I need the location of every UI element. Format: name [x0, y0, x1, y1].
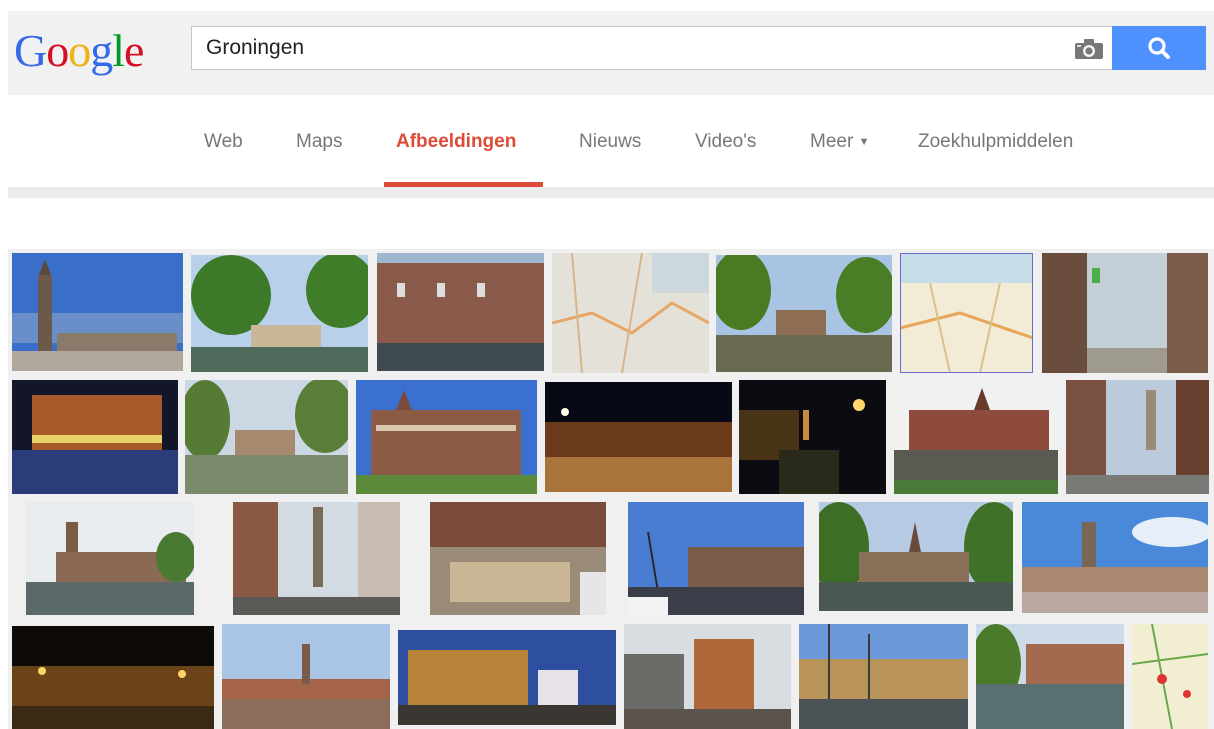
- image-result[interactable]: [233, 502, 400, 615]
- image-result[interactable]: [1042, 253, 1208, 373]
- image-result[interactable]: [12, 253, 183, 371]
- caret-down-icon: ▼: [858, 136, 870, 148]
- image-result[interactable]: [191, 255, 368, 372]
- search-button[interactable]: [1112, 26, 1206, 70]
- image-result[interactable]: [739, 380, 886, 494]
- image-result[interactable]: [900, 253, 1033, 373]
- image-result[interactable]: [552, 253, 709, 373]
- image-result[interactable]: [624, 624, 791, 729]
- logo-letter: l: [112, 25, 125, 76]
- camera-icon[interactable]: [1074, 39, 1104, 59]
- search-tabs: Web Maps Afbeeldingen Nieuws Video's Mee…: [0, 95, 1214, 187]
- header-divider: [8, 187, 1214, 198]
- image-result[interactable]: [894, 380, 1058, 494]
- image-results-grid: [8, 249, 1214, 729]
- image-result[interactable]: [976, 624, 1124, 729]
- tab-web[interactable]: Web: [204, 131, 243, 153]
- image-result[interactable]: [1132, 624, 1208, 729]
- logo-letter: o: [68, 25, 91, 76]
- image-result[interactable]: [430, 502, 606, 615]
- logo-letter: e: [124, 25, 144, 76]
- image-result[interactable]: [356, 380, 537, 494]
- tab-maps[interactable]: Maps: [296, 131, 342, 153]
- image-result[interactable]: [12, 380, 178, 494]
- logo-letter: o: [46, 25, 69, 76]
- tab-more-label: Meer: [810, 131, 854, 152]
- image-result[interactable]: [628, 502, 804, 615]
- image-result[interactable]: [716, 255, 892, 372]
- tab-search-tools[interactable]: Zoekhulpmiddelen: [918, 131, 1073, 153]
- logo-letter: G: [14, 25, 47, 76]
- search-input[interactable]: [206, 35, 1046, 61]
- header-bar: Google: [8, 11, 1214, 95]
- logo-letter: g: [90, 25, 113, 76]
- image-result[interactable]: [377, 253, 544, 371]
- image-result[interactable]: [398, 630, 616, 725]
- image-result[interactable]: [819, 502, 1013, 611]
- tab-news[interactable]: Nieuws: [579, 131, 641, 153]
- image-result[interactable]: [222, 624, 390, 729]
- image-result[interactable]: [26, 502, 194, 615]
- image-result[interactable]: [799, 624, 968, 729]
- image-result[interactable]: [185, 380, 348, 494]
- search-icon: [1148, 37, 1170, 59]
- image-result[interactable]: [1066, 380, 1209, 494]
- image-result[interactable]: [1022, 502, 1208, 613]
- tab-images[interactable]: Afbeeldingen: [396, 131, 516, 153]
- image-result[interactable]: [545, 382, 732, 492]
- tab-videos[interactable]: Video's: [695, 131, 756, 153]
- tab-more[interactable]: Meer ▼: [810, 131, 869, 153]
- image-result[interactable]: [12, 626, 214, 729]
- google-logo[interactable]: Google: [14, 23, 144, 79]
- search-box: [191, 26, 1112, 70]
